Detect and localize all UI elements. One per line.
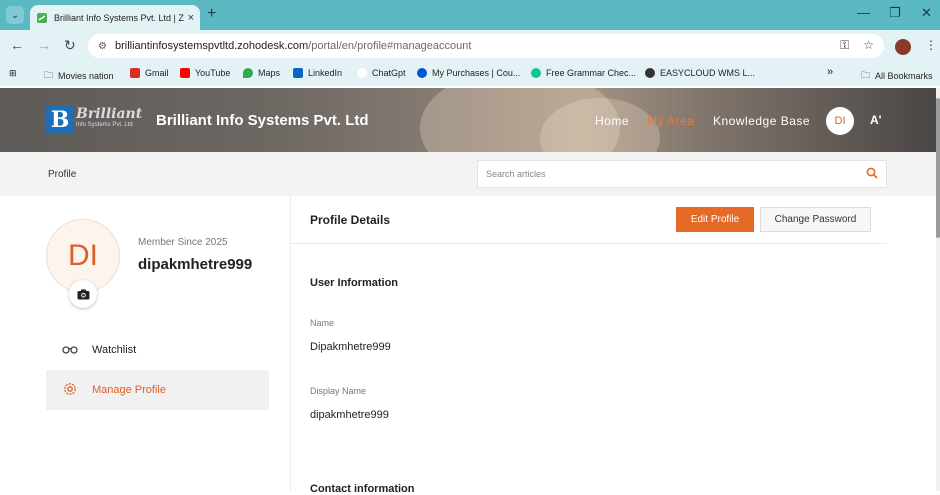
new-tab-button[interactable]: + xyxy=(207,5,216,23)
apps-grid-icon[interactable]: ⊞ xyxy=(9,68,17,79)
change-photo-button[interactable] xyxy=(69,280,97,308)
bookmark-star-icon[interactable]: ☆ xyxy=(863,38,874,53)
nav-knowledge-base[interactable]: Knowledge Base xyxy=(713,114,810,128)
window-close-button[interactable]: ✕ xyxy=(921,5,932,21)
bookmark-item[interactable]: Free Grammar Chec... xyxy=(531,68,636,78)
name-value: Dipakmhetre999 xyxy=(310,341,391,353)
folder-icon: 🗀 xyxy=(861,70,871,80)
sidebar-item-watchlist[interactable]: Watchlist xyxy=(46,330,269,370)
address-bar[interactable]: ⚙ brilliantinfosystemspvtltd.zohodesk.co… xyxy=(88,34,884,58)
nav-home[interactable]: Home xyxy=(595,114,629,128)
search-icon[interactable] xyxy=(858,167,886,182)
bookmark-item[interactable]: LinkedIn xyxy=(293,68,342,78)
url-host: brilliantinfosystemspvtltd.zohodesk.com xyxy=(114,40,309,52)
contact-information-heading: Contact information xyxy=(310,483,415,495)
gmail-icon xyxy=(130,68,140,78)
window-minimize-button[interactable]: — xyxy=(857,5,870,20)
search-bar[interactable] xyxy=(477,160,887,188)
font-size-toggle[interactable]: A' xyxy=(870,113,882,127)
user-avatar[interactable]: DI xyxy=(826,107,854,135)
password-key-icon[interactable]: ⚿ xyxy=(840,38,849,53)
browser-menu-icon[interactable]: ⋮ xyxy=(925,38,937,52)
camera-icon xyxy=(77,289,89,299)
all-bookmarks-button[interactable]: 🗀 All Bookmarks xyxy=(861,68,933,84)
display-name-label: Display Name xyxy=(310,386,367,396)
logo-icon[interactable]: B xyxy=(46,106,74,134)
page-scrollbar[interactable] xyxy=(936,88,940,491)
profile-details-title: Profile Details xyxy=(310,213,391,227)
bookmark-item[interactable]: EASYCLOUD WMS L... xyxy=(645,68,755,78)
sidebar-item-manage-profile[interactable]: Manage Profile xyxy=(46,370,269,410)
maps-icon xyxy=(243,68,253,78)
browser-toolbar: ← → ↻ ⚙ brilliantinfosystemspvtltd.zohod… xyxy=(0,30,940,62)
bookmark-item[interactable]: Maps xyxy=(243,68,280,78)
chatgpt-icon xyxy=(357,68,367,78)
back-arrow-icon[interactable]: ← xyxy=(10,37,24,53)
gear-icon xyxy=(60,382,80,399)
zoho-favicon-icon xyxy=(37,12,47,23)
section-divider xyxy=(291,243,887,244)
sidebar-item-label: Watchlist xyxy=(92,344,137,356)
tab-close-icon[interactable]: × xyxy=(188,12,194,24)
nav-my-area[interactable]: My Area xyxy=(647,114,695,128)
site-header: B Brilliant Info Systems Pvt. Ltd Brilli… xyxy=(0,88,936,152)
browser-profile-avatar[interactable] xyxy=(895,39,911,55)
bookmark-item[interactable]: 🗀 Movies nation xyxy=(44,68,114,84)
bookmarks-overflow-button[interactable]: » xyxy=(827,66,833,78)
globe-icon xyxy=(645,68,655,78)
grammar-icon xyxy=(531,68,541,78)
coursera-icon xyxy=(417,68,427,78)
tab-title: Brilliant Info Systems Pvt. Ltd | Z xyxy=(54,12,184,23)
youtube-icon xyxy=(180,68,190,78)
display-name-value: dipakmhetre999 xyxy=(310,409,389,421)
chevron-down-icon: ⌄ xyxy=(10,9,20,21)
browser-tab-active[interactable]: Brilliant Info Systems Pvt. Ltd | Z × xyxy=(30,5,200,30)
site-info-icon[interactable]: ⚙ xyxy=(98,41,107,52)
bookmark-item[interactable]: Gmail xyxy=(130,68,169,78)
user-information-heading: User Information xyxy=(310,277,399,289)
bookmark-item[interactable]: My Purchases | Cou... xyxy=(417,68,520,78)
reload-icon[interactable]: ↻ xyxy=(64,37,76,54)
linkedin-icon xyxy=(293,68,303,78)
forward-arrow-icon[interactable]: → xyxy=(37,37,51,53)
tab-search-button[interactable]: ⌄ xyxy=(6,6,24,24)
browser-tab-strip: ⌄ Brilliant Info Systems Pvt. Ltd | Z × … xyxy=(0,0,940,30)
brand-name[interactable]: Brilliant Info Systems Pvt. Ltd xyxy=(156,112,369,129)
change-password-button[interactable]: Change Password xyxy=(760,207,871,232)
logo-subtitle: Info Systems Pvt. Ltd xyxy=(76,122,133,128)
url-path: /portal/en/profile#manageaccount xyxy=(308,40,472,52)
bookmark-item[interactable]: YouTube xyxy=(180,68,230,78)
search-input[interactable] xyxy=(486,169,858,179)
sidebar-item-label: Manage Profile xyxy=(92,384,166,396)
bookmark-item[interactable]: ChatGpt xyxy=(357,68,406,78)
logo-wordmark[interactable]: Brilliant xyxy=(76,106,142,122)
edit-profile-button[interactable]: Edit Profile xyxy=(676,207,754,232)
profile-username: dipakmhetre999 xyxy=(138,256,253,273)
subheader-bar: Profile xyxy=(0,152,936,196)
member-since-text: Member Since 2025 xyxy=(138,237,228,248)
window-restore-button[interactable]: ❐ xyxy=(889,5,901,21)
glasses-icon xyxy=(60,343,80,357)
scrollbar-thumb[interactable] xyxy=(936,98,940,238)
name-label: Name xyxy=(310,318,335,328)
page-breadcrumb: Profile xyxy=(48,169,77,180)
folder-icon: 🗀 xyxy=(44,70,54,80)
bookmarks-bar: ⊞ 🗀 Movies nation Gmail YouTube Maps Link… xyxy=(0,62,940,86)
panel-divider xyxy=(290,196,291,491)
